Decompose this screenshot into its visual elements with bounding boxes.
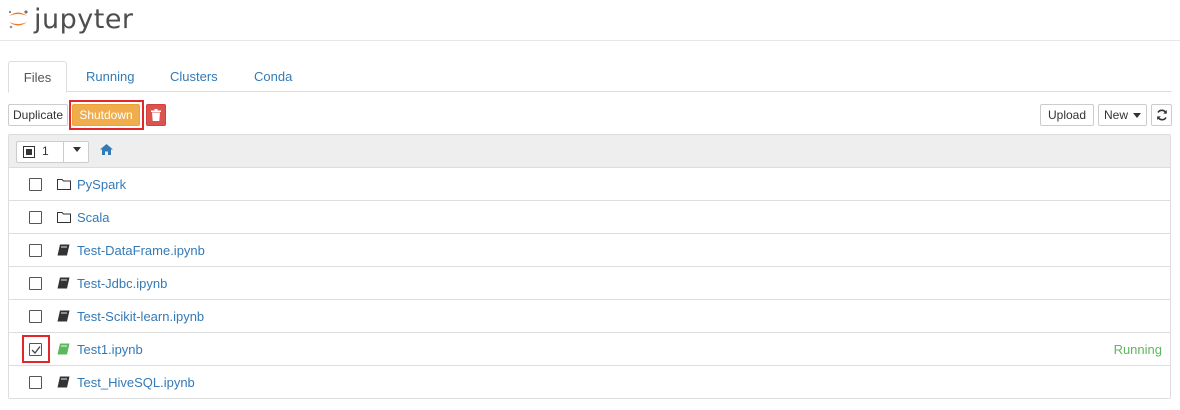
notebook-icon xyxy=(57,376,70,388)
file-list-header: 1 xyxy=(9,135,1170,168)
duplicate-button[interactable]: Duplicate xyxy=(8,104,68,126)
delete-button[interactable] xyxy=(146,104,166,126)
row-checkbox[interactable] xyxy=(29,178,42,191)
list-item[interactable]: PySpark xyxy=(9,168,1170,201)
select-all-dropdown[interactable]: 1 xyxy=(16,141,89,163)
list-item[interactable]: Test_HiveSQL.ipynb xyxy=(9,366,1170,398)
list-item[interactable]: Scala xyxy=(9,201,1170,234)
caret-down-icon[interactable] xyxy=(73,147,81,152)
home-icon[interactable] xyxy=(100,144,113,155)
jupyter-logo[interactable]: jupyter xyxy=(7,2,134,36)
folder-icon xyxy=(57,212,71,223)
header: jupyter xyxy=(0,0,1180,41)
divider xyxy=(63,141,64,163)
tab-bar: Files Running Clusters Conda xyxy=(8,61,1171,93)
notebook-running-icon xyxy=(57,343,70,355)
folder-icon xyxy=(57,179,71,190)
row-checkbox[interactable] xyxy=(29,244,42,257)
tab-conda[interactable]: Conda xyxy=(254,61,292,92)
item-name[interactable]: PySpark xyxy=(77,177,126,192)
notebook-icon xyxy=(57,244,70,256)
list-item[interactable]: Test-Scikit-learn.ipynb xyxy=(9,300,1170,333)
shutdown-button[interactable]: Shutdown xyxy=(72,104,140,126)
toolbar: Duplicate Shutdown Upload New xyxy=(8,100,1172,130)
tab-clusters[interactable]: Clusters xyxy=(170,61,218,92)
selected-count: 1 xyxy=(42,144,49,158)
select-all-checkbox[interactable] xyxy=(23,146,35,158)
trash-icon xyxy=(151,109,161,121)
refresh-button[interactable] xyxy=(1151,104,1172,126)
row-checkbox[interactable] xyxy=(29,277,42,290)
logo-text: jupyter xyxy=(34,3,134,35)
caret-down-icon xyxy=(1133,113,1142,119)
file-list: 1 PySpark Scala Test-DataFrame.ipynb Tes… xyxy=(8,134,1171,399)
new-label: New xyxy=(1104,108,1129,122)
checkmark-icon xyxy=(31,346,41,354)
item-name[interactable]: Test-DataFrame.ipynb xyxy=(77,243,205,258)
tab-files[interactable]: Files xyxy=(8,61,67,93)
jupyter-logo-icon xyxy=(9,10,28,29)
running-status: Running xyxy=(1113,342,1162,357)
row-checkbox-checked[interactable] xyxy=(29,343,42,356)
list-item[interactable]: Test-Jdbc.ipynb xyxy=(9,267,1170,300)
row-checkbox[interactable] xyxy=(29,376,42,389)
list-item[interactable]: Test-DataFrame.ipynb xyxy=(9,234,1170,267)
row-checkbox[interactable] xyxy=(29,310,42,323)
notebook-icon xyxy=(57,277,70,289)
row-checkbox[interactable] xyxy=(29,211,42,224)
list-item[interactable]: Test1.ipynb Running xyxy=(9,333,1170,366)
item-name[interactable]: Scala xyxy=(77,210,110,225)
tab-running[interactable]: Running xyxy=(86,61,134,92)
item-name[interactable]: Test-Scikit-learn.ipynb xyxy=(77,309,204,324)
new-dropdown-button[interactable]: New xyxy=(1098,104,1147,126)
item-name[interactable]: Test1.ipynb xyxy=(77,342,143,357)
item-name[interactable]: Test_HiveSQL.ipynb xyxy=(77,375,195,390)
refresh-icon xyxy=(1156,109,1167,121)
upload-button[interactable]: Upload xyxy=(1040,104,1094,126)
notebook-icon xyxy=(57,310,70,322)
item-name[interactable]: Test-Jdbc.ipynb xyxy=(77,276,167,291)
